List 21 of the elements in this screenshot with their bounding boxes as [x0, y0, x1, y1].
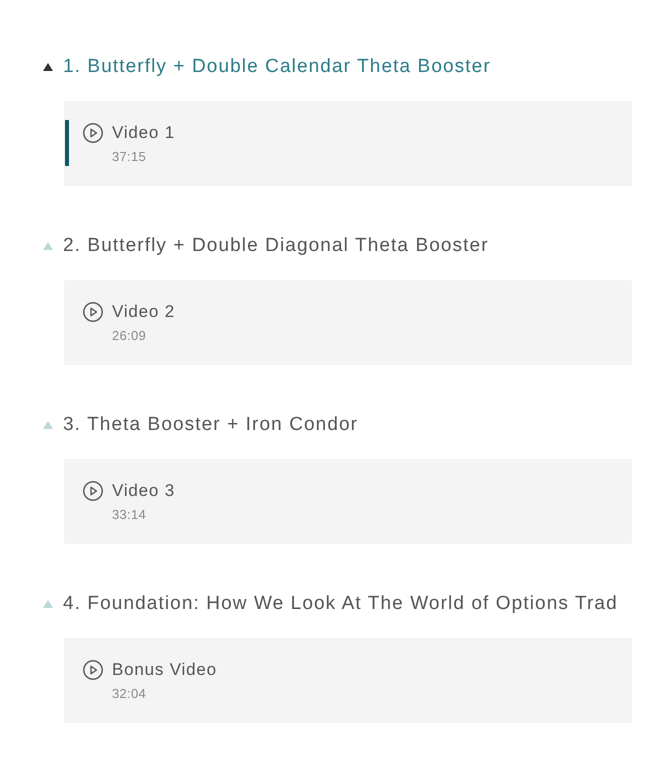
- lesson-title: Video 1: [112, 123, 175, 143]
- lesson-item[interactable]: Video 2 26:09: [65, 299, 632, 345]
- section-title[interactable]: 1. Butterfly + Double Calendar Theta Booster: [63, 55, 491, 79]
- collapse-arrow-icon[interactable]: [43, 63, 53, 71]
- section-title[interactable]: 3. Theta Booster + Iron Condor: [63, 413, 358, 437]
- lesson-title: Video 3: [112, 481, 175, 501]
- section-title[interactable]: 2. Butterfly + Double Diagonal Theta Booster: [63, 234, 489, 258]
- play-icon: [83, 302, 103, 322]
- play-icon: [83, 123, 103, 143]
- section-title[interactable]: 4. Foundation: How We Look At The World of Options Trad: [63, 592, 618, 616]
- lesson-duration: 26:09: [112, 328, 148, 344]
- lesson-item[interactable]: Video 3 33:14: [65, 478, 632, 524]
- lesson-duration: 33:14: [112, 507, 148, 523]
- play-icon: [83, 660, 103, 680]
- lesson-title: Bonus Video: [112, 660, 217, 680]
- lesson-item[interactable]: Video 1 37:15: [65, 120, 632, 166]
- lesson-title: Video 2: [112, 302, 175, 322]
- lesson-duration: 37:15: [112, 149, 148, 165]
- lesson-item[interactable]: Bonus Video 32:04: [65, 657, 632, 703]
- lesson-duration: 32:04: [112, 686, 148, 702]
- play-icon: [83, 481, 103, 501]
